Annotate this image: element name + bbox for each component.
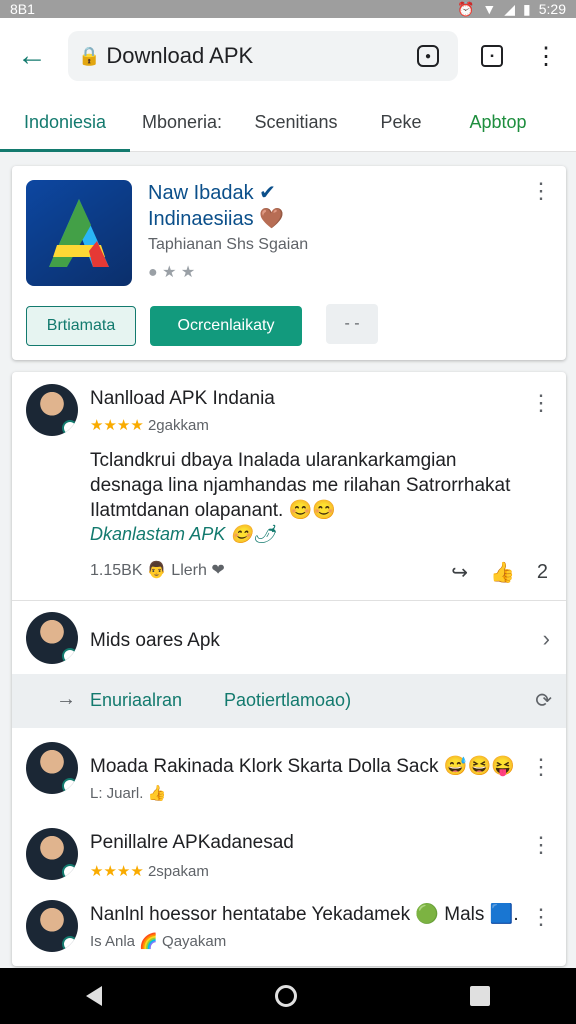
post-author[interactable]: Nanlload APK Indania (90, 388, 275, 410)
stars: ★★★★ (90, 417, 144, 434)
outline-button[interactable]: Brtiamata (26, 306, 136, 346)
app-logo-icon (26, 180, 132, 286)
share-icon[interactable]: ↪ (451, 560, 468, 585)
avatar[interactable] (26, 900, 78, 952)
signal-icon: ◢ (504, 0, 516, 17)
post-rating: ★★★★ 2spakam (90, 862, 209, 880)
app-developer: Taphianan Shs Sgaian (148, 236, 309, 253)
chevron-right-icon[interactable]: › (543, 626, 550, 652)
avatar[interactable] (26, 828, 78, 880)
post-more-icon[interactable]: ⋮ (530, 756, 552, 778)
link-band: → Enuriaalran Paotiertlamoao) ⟳ (12, 674, 566, 728)
system-nav-bar (0, 968, 576, 1024)
post-more-icon[interactable]: ⋮ (530, 906, 552, 928)
share-count: 2 (536, 561, 548, 583)
tab-bar: Indoniesia Mboneria: Scenitians Peke Apb… (0, 94, 576, 152)
arrow-right-icon: → (56, 688, 76, 710)
stars: ★★★★ (90, 863, 144, 880)
status-bar: 8B1 ⏰ ▼ ◢ ▮ 5:29 (0, 0, 576, 18)
tab-peke[interactable]: Peke (358, 94, 444, 152)
post-time: 2spakam (147, 863, 209, 880)
post-link[interactable]: Dkanlastam APK 😊🌶 (90, 524, 276, 545)
band-link-2[interactable]: Paotiertlamoao) (224, 690, 351, 711)
lock-icon: 🔒 (78, 45, 101, 66)
post-sub: L: Juarl. 👍 (90, 785, 167, 802)
refresh-icon[interactable]: ⟳ (535, 688, 552, 713)
tab-indoniesia[interactable]: Indoniesia (0, 94, 130, 152)
overflow-menu-icon[interactable]: ⋮ (526, 36, 566, 76)
status-time: 5:29 (538, 1, 566, 17)
post-sub: Is Anla 🌈 Qayakam (90, 933, 227, 950)
more-options-button[interactable]: - - (326, 304, 378, 344)
tab-switcher-icon[interactable]: ▪ (472, 36, 512, 76)
post-author[interactable]: Nanlnl hoessor hentatabe Yekadamek 🟢 Mal… (90, 902, 519, 926)
tab-scenitians[interactable]: Scenitians (234, 94, 358, 152)
avatar[interactable] (26, 384, 78, 436)
battery-icon: ▮ (523, 0, 531, 17)
post-rating: ★★★★ 2gakkam (90, 416, 209, 434)
divider (12, 600, 566, 601)
primary-button[interactable]: Ocrcenlaikaty (150, 306, 302, 346)
avatar[interactable] (26, 742, 78, 794)
wifi-icon: ▼ (482, 1, 497, 17)
avatar[interactable] (26, 612, 78, 664)
camera-icon[interactable]: ● (408, 36, 448, 76)
app-subtitle: Indinaesiias 🤎 (148, 208, 285, 230)
status-left: 8B1 (10, 1, 35, 17)
post-author[interactable]: Penillalre APKadanesad (90, 832, 294, 854)
band-link-1[interactable]: Enuriaalran (90, 690, 182, 711)
tab-apbtop[interactable]: Apbtop (444, 94, 552, 152)
feed-card: Nanlload APK Indania ★★★★ 2gakkam ⋮ Tcla… (12, 372, 566, 966)
back-arrow-icon[interactable]: ← (10, 34, 54, 78)
alarm-icon: ⏰ (456, 0, 475, 17)
post-author[interactable]: Moada Rakinada Klork Skarta Dolla Sack 😅… (90, 754, 515, 778)
nav-recents-icon[interactable] (469, 986, 490, 1006)
app-card-more-icon[interactable]: ⋮ (530, 180, 552, 202)
nav-home-icon[interactable] (274, 985, 297, 1007)
post-more-icon[interactable]: ⋮ (530, 392, 552, 414)
nav-back-icon[interactable] (86, 986, 103, 1006)
url-bar[interactable]: 🔒 Download APK ● (68, 31, 458, 81)
post-meta: 1.15BK 👨 Llerh ❤ (90, 562, 225, 579)
post-body: Tclandkrui dbaya Inalada ularankarkamgia… (90, 450, 511, 521)
row-title[interactable]: Mids oares Apk (90, 630, 220, 652)
app-title: Naw Ibadak ✔ (148, 182, 276, 204)
app-card: Naw Ibadak ✔ Indinaesiias 🤎 Taphianan Sh… (12, 166, 566, 360)
post-time: 2gakkam (147, 417, 209, 434)
post-more-icon[interactable]: ⋮ (530, 834, 552, 856)
app-rating: ● ★ ★ (148, 264, 196, 281)
app-bar: ← 🔒 Download APK ● ▪ ⋮ (0, 18, 576, 94)
url-text: Download APK (106, 43, 254, 68)
like-icon[interactable]: 👍 (490, 560, 515, 585)
tab-mboneria[interactable]: Mboneria: (130, 94, 234, 152)
